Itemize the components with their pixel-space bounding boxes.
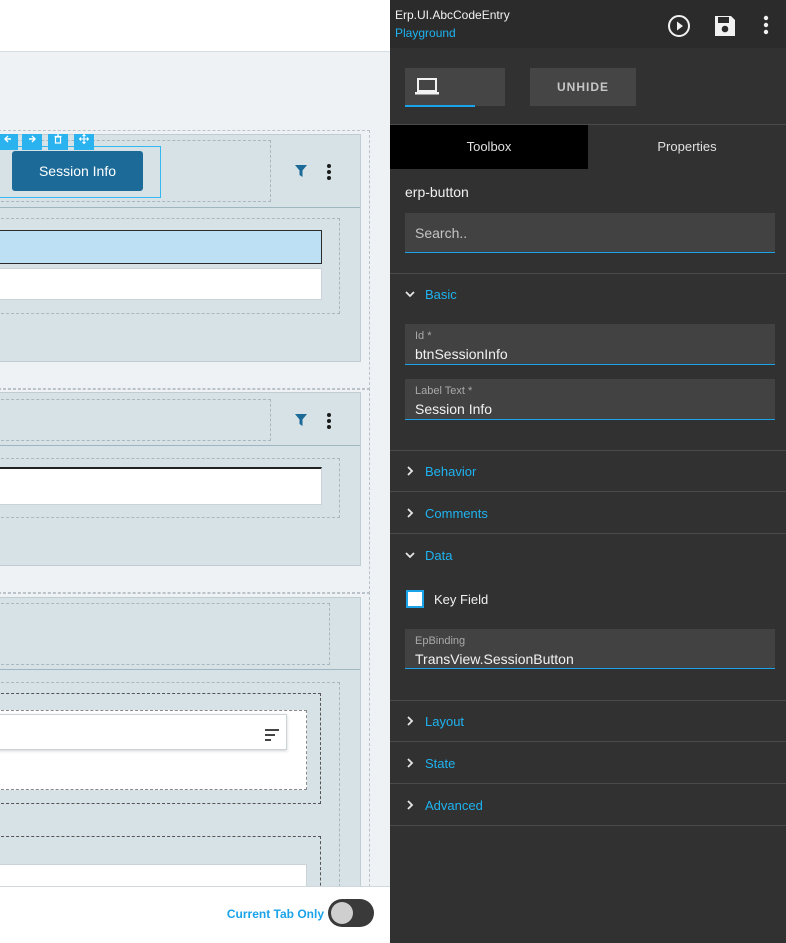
text-field[interactable] — [0, 268, 322, 300]
property-panel: Erp.UI.AbcCodeEntry Playground UNHIDE To… — [390, 0, 786, 943]
divider — [390, 450, 786, 451]
tab-toolbox[interactable]: Toolbox — [390, 125, 588, 169]
app-title: Erp.UI.AbcCodeEntry — [395, 8, 510, 22]
section-behavior[interactable]: Behavior — [405, 461, 476, 481]
more-vert-icon[interactable] — [327, 413, 331, 429]
search-input[interactable] — [405, 213, 775, 252]
section-comments[interactable]: Comments — [405, 503, 488, 523]
more-vert-icon[interactable] — [327, 164, 331, 180]
filter-icon[interactable] — [295, 414, 307, 426]
chevron-right-icon — [407, 758, 414, 768]
divider — [390, 533, 786, 534]
canvas-footer: Current Tab Only — [0, 886, 390, 943]
key-field-label: Key Field — [434, 592, 489, 607]
id-field-value: btnSessionInfo — [415, 346, 508, 362]
divider — [390, 700, 786, 701]
label-text-field-label: Label Text * — [415, 385, 473, 397]
current-tab-only-label: Current Tab Only — [226, 907, 324, 921]
chevron-right-icon — [407, 508, 414, 518]
panel-header-divider — [0, 445, 360, 446]
section-advanced-label: Advanced — [425, 797, 483, 813]
session-info-button[interactable]: Session Info — [12, 151, 143, 191]
selected-field[interactable] — [0, 230, 322, 264]
arrow-left-icon[interactable] — [0, 134, 18, 150]
divider — [390, 273, 786, 274]
ep-binding-label: EpBinding — [415, 635, 466, 647]
section-comments-label: Comments — [425, 505, 488, 521]
chevron-right-icon — [407, 466, 414, 476]
divider — [390, 491, 786, 492]
divider — [390, 741, 786, 742]
laptop-icon — [415, 78, 439, 95]
device-underline — [405, 105, 475, 107]
section-state[interactable]: State — [405, 753, 455, 773]
chevron-right-icon — [407, 716, 414, 726]
device-preview-button[interactable] — [405, 68, 505, 107]
app-subtitle-link[interactable]: Playground — [395, 26, 456, 40]
grid-toolbar — [0, 714, 287, 750]
unhide-button[interactable]: UNHIDE — [530, 68, 636, 106]
id-field[interactable]: Id * btnSessionInfo — [405, 324, 775, 365]
section-advanced[interactable]: Advanced — [405, 795, 483, 815]
section-layout[interactable]: Layout — [405, 711, 464, 731]
section-layout-label: Layout — [425, 713, 465, 729]
design-canvas: Session Info Current Tab Only — [0, 0, 390, 943]
panel-header-divider — [0, 669, 360, 670]
label-text-field[interactable]: Label Text * Session Info — [405, 379, 775, 420]
search-box — [405, 213, 775, 253]
canvas-top-bar — [0, 0, 390, 52]
panel-header-divider — [0, 207, 360, 208]
label-text-field-value: Session Info — [415, 401, 493, 417]
divider — [390, 825, 786, 826]
arrow-right-icon[interactable] — [22, 134, 42, 150]
header-drop-zone — [0, 603, 330, 665]
ep-binding-value: TransView.SessionButton — [415, 651, 574, 667]
chevron-right-icon — [407, 800, 414, 810]
section-data-label: Data — [425, 547, 453, 563]
section-behavior-label: Behavior — [425, 463, 477, 479]
tab-properties[interactable]: Properties — [588, 125, 786, 169]
header-drop-zone — [0, 399, 271, 441]
key-field-checkbox[interactable] — [406, 590, 424, 608]
filter-icon[interactable] — [295, 165, 307, 177]
move-icon[interactable] — [74, 133, 94, 150]
save-icon[interactable] — [713, 14, 737, 38]
divider — [390, 783, 786, 784]
trash-icon[interactable] — [48, 134, 68, 150]
panel-tabs: Toolbox Properties — [390, 124, 786, 169]
play-circle-icon[interactable] — [667, 14, 691, 38]
sort-icon[interactable] — [265, 729, 279, 741]
section-state-label: State — [425, 755, 456, 771]
text-field[interactable] — [0, 467, 322, 505]
id-field-label: Id * — [415, 330, 432, 342]
section-basic-label: Basic — [425, 286, 457, 302]
current-tab-only-toggle[interactable] — [328, 899, 374, 927]
panel-header: Erp.UI.AbcCodeEntry Playground — [390, 0, 786, 48]
chevron-down-icon — [405, 552, 415, 559]
more-vert-icon[interactable] — [754, 14, 778, 38]
component-name: erp-button — [405, 184, 469, 200]
ep-binding-field[interactable]: EpBinding TransView.SessionButton — [405, 629, 775, 669]
section-data[interactable]: Data — [405, 545, 452, 565]
section-basic[interactable]: Basic — [405, 284, 457, 304]
chevron-down-icon — [405, 291, 415, 298]
